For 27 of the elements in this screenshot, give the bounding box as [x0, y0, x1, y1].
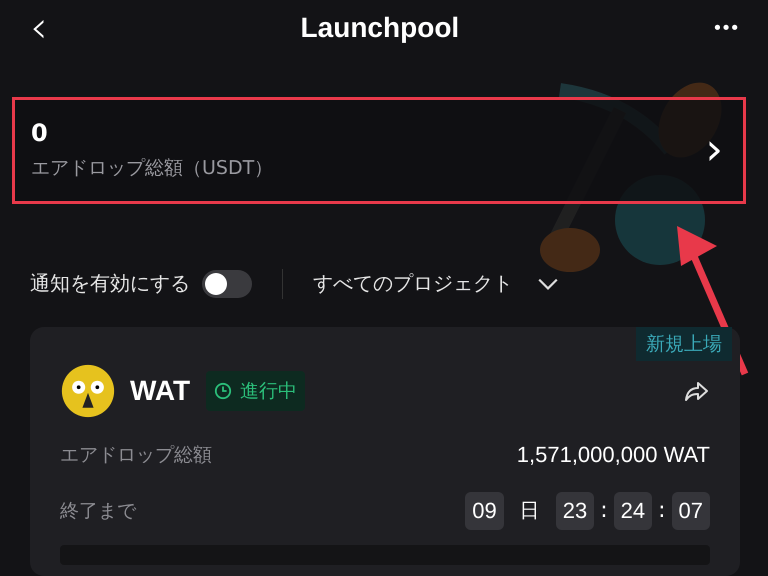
countdown-label: 終了まで: [60, 498, 136, 524]
caret-icon: [537, 276, 559, 291]
chevron-icon: ›: [705, 128, 723, 172]
notification-toggle[interactable]: [202, 270, 252, 298]
row-label: エアドロップ総額: [60, 442, 212, 468]
new-listing-badge: 新規上場: [636, 326, 732, 361]
airdrop-summary-panel[interactable]: 0 エアドロップ総額（USDT） ›: [12, 96, 746, 204]
token-logo-icon: [60, 362, 116, 419]
project-filter-dropdown[interactable]: すべてのプロジェクト: [313, 270, 513, 298]
countdown-days: 09: [465, 492, 504, 530]
countdown-hours: 23: [556, 492, 594, 530]
status-text: 進行中: [240, 378, 298, 404]
token-name: WAT: [130, 374, 190, 407]
notification-label: 通知を有効にする: [30, 270, 190, 298]
time-separator: :: [658, 498, 666, 524]
airdrop-total-label: エアドロップ総額（USDT）: [31, 156, 274, 182]
countdown-seconds: 07: [672, 492, 710, 530]
row-value: 1,571,000,000 WAT: [516, 442, 710, 468]
day-unit: 日: [520, 497, 540, 524]
back-button[interactable]: ‹: [30, 6, 48, 50]
page-title: Launchpool: [300, 12, 460, 44]
countdown-minutes: 24: [614, 492, 652, 530]
time-separator: :: [600, 498, 608, 524]
airdrop-amount: 0: [31, 119, 49, 148]
more-button[interactable]: •••: [712, 18, 738, 39]
share-icon[interactable]: [684, 380, 710, 402]
clock-icon: [214, 382, 232, 400]
